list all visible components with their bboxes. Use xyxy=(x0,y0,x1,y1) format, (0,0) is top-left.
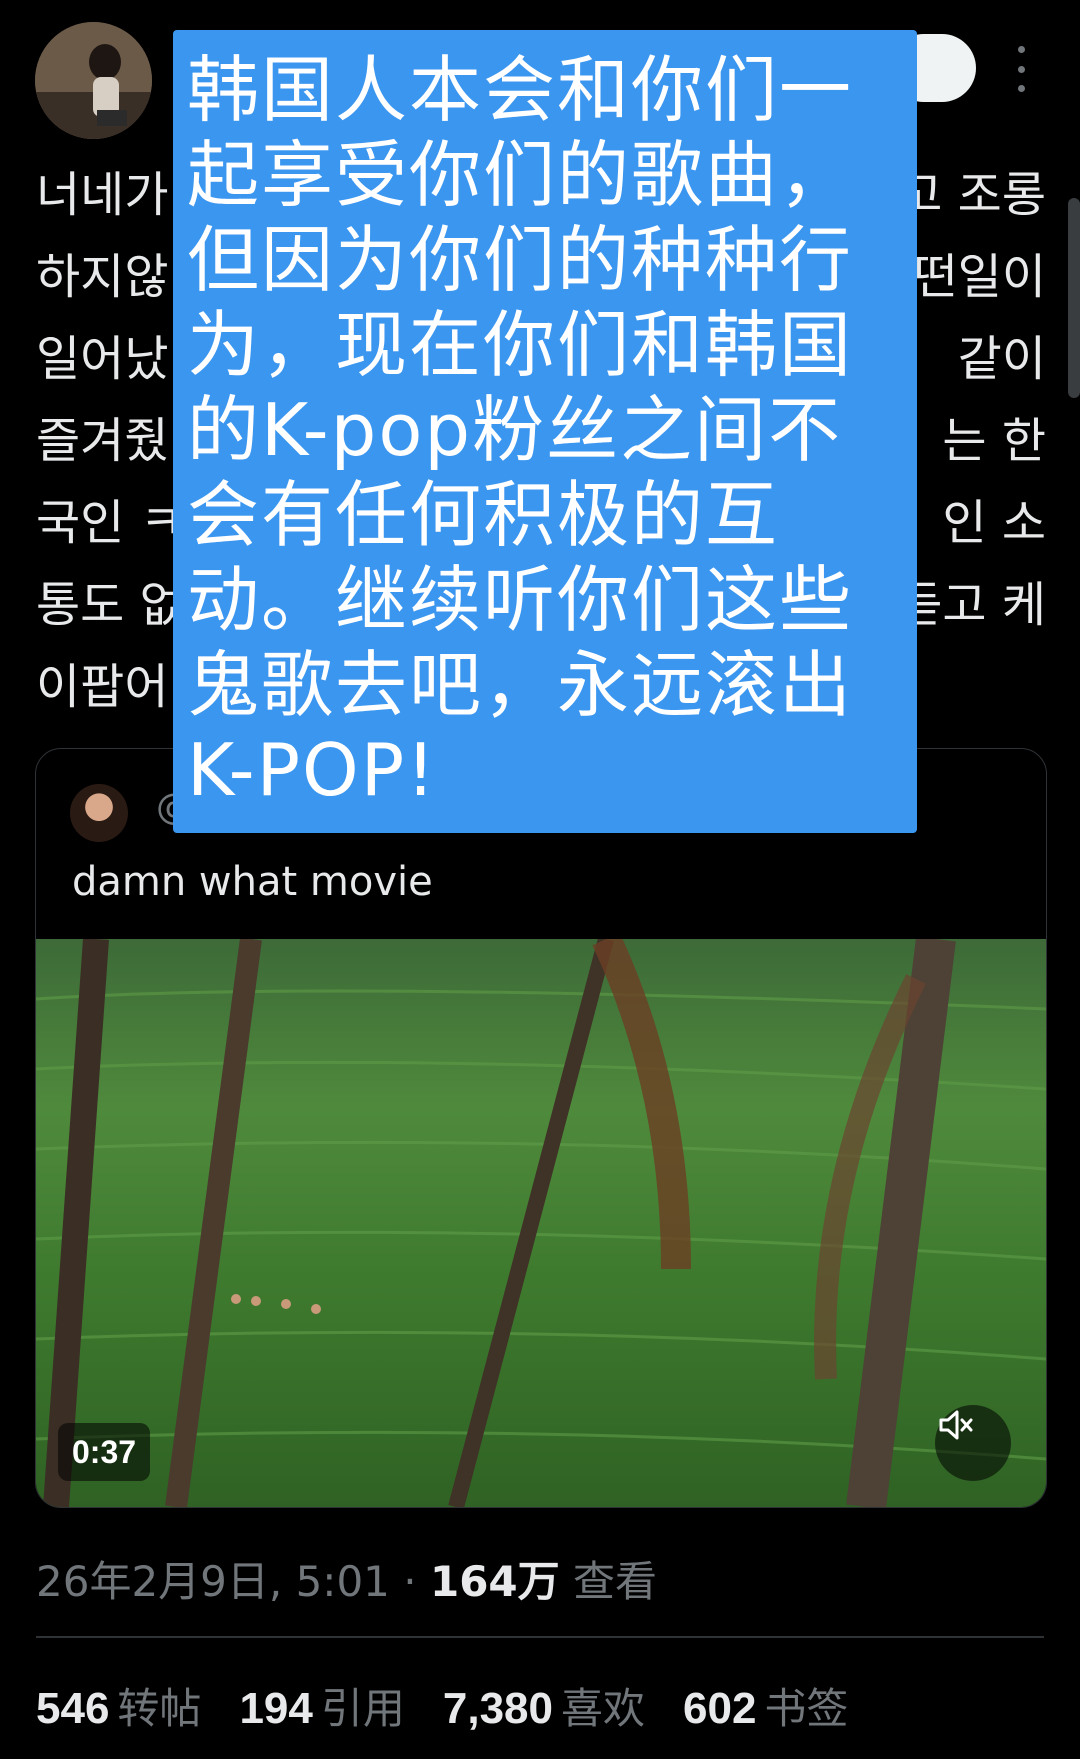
stat-bookmarks[interactable]: 602 书签 xyxy=(683,1675,848,1736)
stat-label: 引用 xyxy=(320,1684,405,1733)
stat-count: 194 xyxy=(239,1684,313,1733)
tweet-line-left: 이팝어 xyxy=(36,659,169,715)
overlay-line: 会有任何积极的互 xyxy=(187,473,780,557)
stat-reposts[interactable]: 546 转帖 xyxy=(36,1675,201,1736)
stat-quotes[interactable]: 194 引用 xyxy=(239,1675,404,1736)
quote-text: damn what movie xyxy=(72,859,433,905)
stat-likes[interactable]: 7,380 喜欢 xyxy=(443,1675,645,1736)
overlay-line: 为，现在你们和韩国 xyxy=(187,303,854,387)
overlay-line: 的K-pop粉丝之间不 xyxy=(187,388,843,472)
tweet-line-right: 인 소 xyxy=(942,495,1046,551)
mute-icon[interactable] xyxy=(935,1405,1011,1481)
tweet-line-right: 듣고 케 xyxy=(898,577,1046,633)
stat-count: 7,380 xyxy=(442,1684,553,1733)
engagement-stats: 546 转帖 194 引用 7,380 喜欢 602 书签 xyxy=(36,1675,848,1736)
author-avatar[interactable] xyxy=(35,22,152,139)
overlay-line: 鬼歌去吧，永远滚出 xyxy=(187,643,854,727)
tweet-line-right: 고 조롱 xyxy=(898,167,1046,223)
view-count: 164万 xyxy=(429,1557,560,1606)
divider xyxy=(36,1636,1044,1638)
quote-author-avatar[interactable] xyxy=(70,784,128,842)
stat-count: 602 xyxy=(683,1684,757,1733)
video-frame xyxy=(36,939,1046,1507)
tweet-line-right: 떤일이 xyxy=(913,249,1046,305)
tweet-line-right: 같이 xyxy=(957,331,1046,387)
overlay-line: 起享受你们的歌曲， xyxy=(187,133,854,217)
tweet-line-left: 일어났 xyxy=(36,331,169,387)
translation-overlay: 韩国人本会和你们一 起享受你们的歌曲， 但因为你们的种种行 为，现在你们和韩国 … xyxy=(173,30,917,833)
overlay-line: K-POP! xyxy=(187,728,438,812)
tweet-timestamp[interactable]: 26年2月9日, 5:01 · 164万 查看 xyxy=(36,1548,657,1609)
tweet-date[interactable]: 26年2月9日, 5:01 · xyxy=(36,1557,430,1606)
tweet-line-left: 즐겨줬 xyxy=(36,413,169,469)
overlay-line: 韩国人本会和你们一 xyxy=(187,48,854,132)
stat-label: 喜欢 xyxy=(560,1684,645,1733)
tweet-line-left: 하지않 xyxy=(36,249,169,305)
overlay-line: 动。继续听你们这些 xyxy=(187,558,854,642)
tweet-line-left: 통도 없 xyxy=(36,577,184,633)
more-icon[interactable] xyxy=(1006,46,1036,92)
video-player[interactable]: 0:37 xyxy=(36,939,1046,1507)
tweet-line-left: 너네가 xyxy=(36,167,169,223)
view-label: 查看 xyxy=(559,1557,657,1606)
tweet-line-left: 국인 ㅋ xyxy=(36,495,184,551)
scrollbar[interactable] xyxy=(1068,198,1080,398)
overlay-line: 但因为你们的种种行 xyxy=(187,218,854,302)
quoted-tweet[interactable]: @ damn what movie 0:37 xyxy=(35,748,1047,1508)
stat-label: 转帖 xyxy=(117,1684,202,1733)
tweet-line-right: 는 한 xyxy=(942,413,1046,469)
stat-count: 546 xyxy=(36,1684,110,1733)
video-duration: 0:37 xyxy=(58,1423,151,1481)
stat-label: 书签 xyxy=(764,1684,849,1733)
